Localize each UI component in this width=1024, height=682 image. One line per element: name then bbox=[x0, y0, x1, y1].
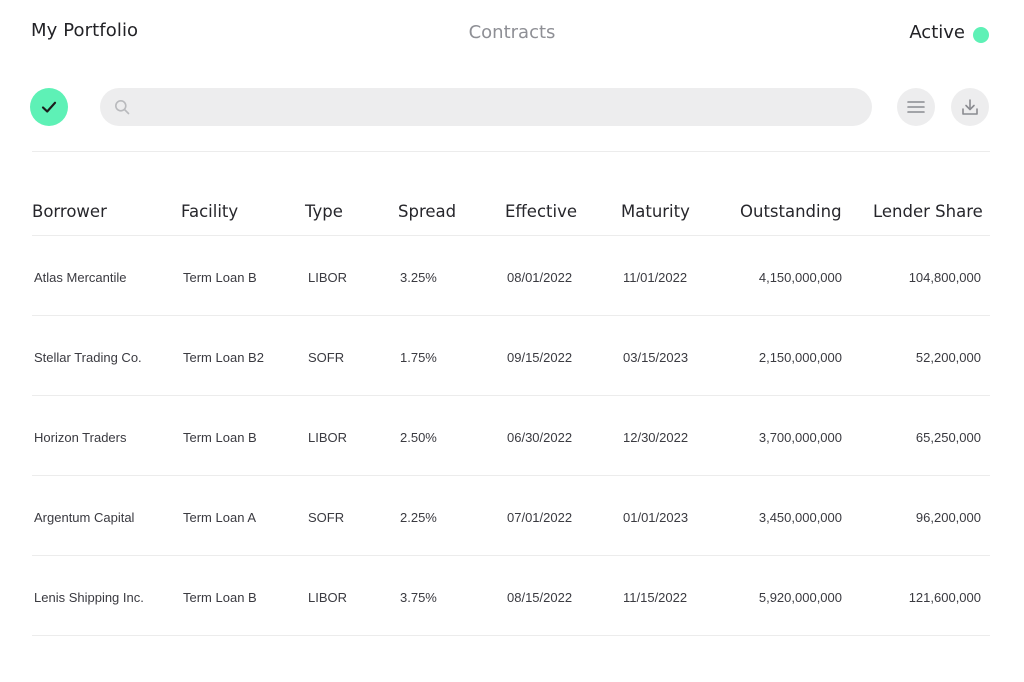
cell-lender-share: 121,600,000 bbox=[908, 590, 981, 605]
column-header-type[interactable]: Type bbox=[305, 202, 343, 221]
cell-spread: 1.75% bbox=[400, 350, 437, 365]
section-title: Contracts bbox=[468, 22, 556, 43]
search-input[interactable] bbox=[140, 88, 860, 126]
download-button[interactable] bbox=[951, 88, 989, 126]
column-header-outstanding[interactable]: Outstanding bbox=[740, 202, 842, 221]
cell-borrower: Lenis Shipping Inc. bbox=[34, 590, 144, 605]
cell-borrower: Argentum Capital bbox=[34, 510, 135, 525]
check-icon bbox=[41, 101, 57, 113]
cell-borrower: Horizon Traders bbox=[34, 430, 127, 445]
cell-maturity: 12/30/2022 bbox=[623, 430, 689, 445]
contracts-table: Borrower Facility Type Spread Effective … bbox=[32, 190, 990, 636]
cell-type: SOFR bbox=[308, 350, 345, 365]
cell-type: LIBOR bbox=[308, 590, 348, 605]
cell-outstanding: 5,920,000,000 bbox=[758, 590, 842, 605]
column-header-maturity[interactable]: Maturity bbox=[621, 202, 690, 221]
toolbar bbox=[0, 86, 1024, 128]
cell-spread: 3.75% bbox=[400, 590, 437, 605]
cell-maturity: 03/15/2023 bbox=[623, 350, 689, 365]
table-row[interactable]: Stellar Trading Co. Term Loan B2 SOFR 1.… bbox=[32, 316, 990, 396]
cell-maturity: 01/01/2023 bbox=[623, 510, 689, 525]
search-icon bbox=[115, 100, 130, 115]
status-indicator[interactable]: Active bbox=[909, 22, 989, 43]
cell-effective: 08/01/2022 bbox=[507, 270, 573, 285]
download-icon bbox=[962, 99, 978, 115]
cell-lender-share: 65,250,000 bbox=[915, 430, 981, 445]
cell-maturity: 11/01/2022 bbox=[623, 270, 688, 285]
menu-icon bbox=[907, 101, 925, 113]
column-header-facility[interactable]: Facility bbox=[181, 202, 238, 221]
cell-outstanding: 3,700,000,000 bbox=[758, 430, 842, 445]
cell-borrower: Stellar Trading Co. bbox=[34, 350, 142, 365]
cell-spread: 2.50% bbox=[400, 430, 437, 445]
toolbar-divider bbox=[32, 151, 990, 152]
column-header-lender-share[interactable]: Lender Share bbox=[873, 202, 983, 221]
cell-outstanding: 3,450,000,000 bbox=[758, 510, 842, 525]
table-row[interactable]: Lenis Shipping Inc. Term Loan B LIBOR 3.… bbox=[32, 556, 990, 636]
cell-effective: 07/01/2022 bbox=[507, 510, 573, 525]
cell-lender-share: 96,200,000 bbox=[915, 510, 981, 525]
cell-facility: Term Loan B bbox=[183, 430, 257, 445]
cell-facility: Term Loan A bbox=[183, 510, 256, 525]
status-label: Active bbox=[909, 22, 965, 43]
cell-effective: 09/15/2022 bbox=[507, 350, 573, 365]
cell-effective: 06/30/2022 bbox=[507, 430, 573, 445]
confirm-button[interactable] bbox=[30, 88, 68, 126]
cell-spread: 2.25% bbox=[400, 510, 437, 525]
cell-type: LIBOR bbox=[308, 430, 348, 445]
table-row[interactable]: Atlas Mercantile Term Loan B LIBOR 3.25%… bbox=[32, 236, 990, 316]
cell-lender-share: 104,800,000 bbox=[908, 270, 981, 285]
column-header-borrower[interactable]: Borrower bbox=[32, 202, 107, 221]
cell-facility: Term Loan B2 bbox=[183, 350, 264, 365]
menu-button[interactable] bbox=[897, 88, 935, 126]
cell-facility: Term Loan B bbox=[183, 590, 257, 605]
cell-outstanding: 4,150,000,000 bbox=[758, 270, 842, 285]
column-header-effective[interactable]: Effective bbox=[505, 202, 577, 221]
column-header-spread[interactable]: Spread bbox=[398, 202, 456, 221]
cell-type: LIBOR bbox=[308, 270, 348, 285]
cell-facility: Term Loan B bbox=[183, 270, 257, 285]
contracts-page: My Portfolio Contracts Active Borrower F… bbox=[0, 0, 1024, 682]
table-row[interactable]: Horizon Traders Term Loan B LIBOR 2.50% … bbox=[32, 396, 990, 476]
table-row[interactable]: Argentum Capital Term Loan A SOFR 2.25% … bbox=[32, 476, 990, 556]
header: My Portfolio Contracts Active bbox=[0, 0, 1024, 64]
cell-borrower: Atlas Mercantile bbox=[34, 270, 127, 285]
cell-lender-share: 52,200,000 bbox=[915, 350, 981, 365]
status-dot-icon bbox=[973, 26, 989, 43]
cell-maturity: 11/15/2022 bbox=[623, 590, 688, 605]
cell-outstanding: 2,150,000,000 bbox=[758, 350, 842, 365]
cell-effective: 08/15/2022 bbox=[507, 590, 573, 605]
table-header: Borrower Facility Type Spread Effective … bbox=[32, 190, 990, 236]
cell-type: SOFR bbox=[308, 510, 345, 525]
search-bar[interactable] bbox=[100, 88, 872, 126]
cell-spread: 3.25% bbox=[400, 270, 437, 285]
